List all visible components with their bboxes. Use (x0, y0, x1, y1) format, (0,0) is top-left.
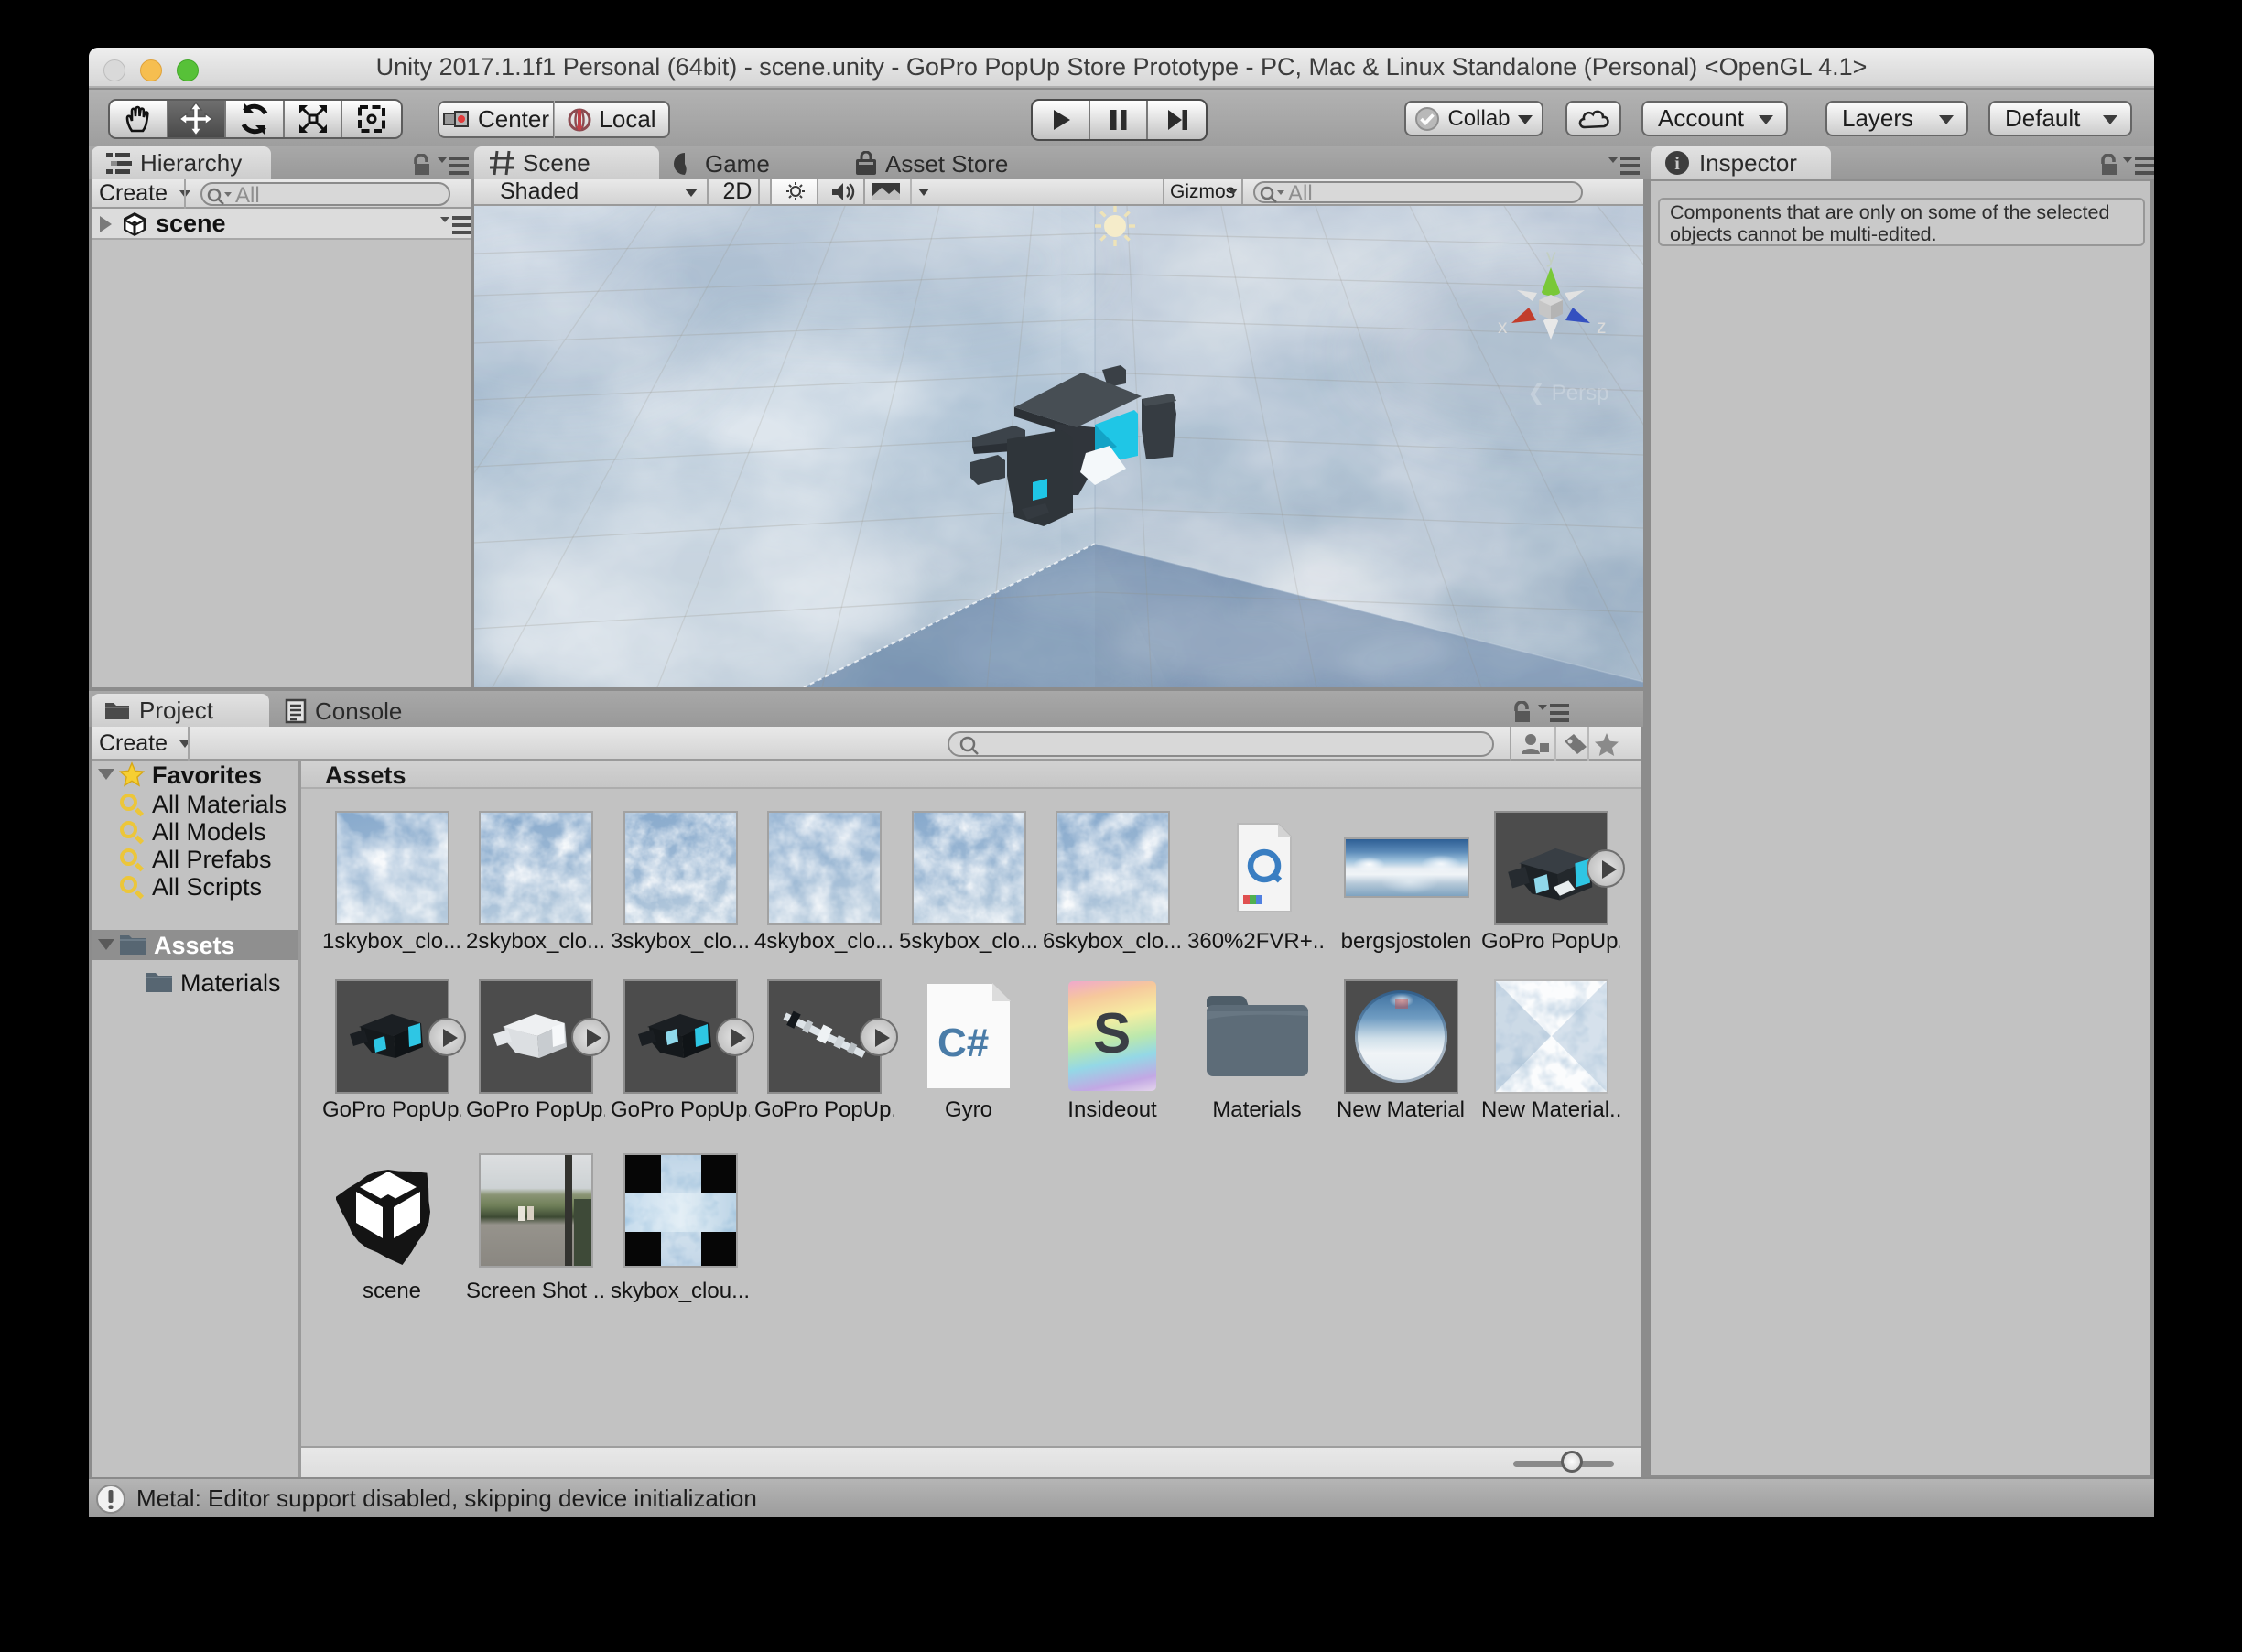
svg-text:❮ Persp: ❮ Persp (1527, 381, 1608, 405)
svg-text:x: x (1498, 317, 1508, 338)
svg-text:y: y (1546, 246, 1556, 267)
svg-text:i: i (1674, 154, 1680, 174)
svg-text:z: z (1597, 317, 1607, 338)
svg-text:C#: C# (937, 1020, 989, 1065)
